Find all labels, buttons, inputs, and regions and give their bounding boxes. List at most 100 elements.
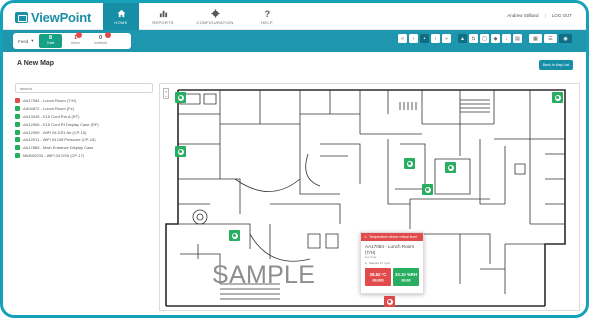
ok-status-icon <box>15 113 20 119</box>
next-icon[interactable]: › <box>431 34 440 43</box>
back-to-map-list-button[interactable]: Back to Map List <box>539 60 573 70</box>
counter-alarm[interactable]: 1 Alarm <box>64 32 87 48</box>
sort-icon[interactable]: ⇅ <box>469 34 478 43</box>
counter-total[interactable]: 8 Total <box>39 34 62 48</box>
sensor-icon <box>177 94 184 101</box>
list-item[interactable]: AA04872 - Lunch Room (Fz) <box>15 105 153 113</box>
popup-header: ⚠ Temperature above critical level <box>361 233 423 241</box>
sample-watermark: SAMPLE <box>212 261 316 289</box>
list-item[interactable]: AA17084 - Lunch Room (T/H) <box>15 97 153 105</box>
temperature-value: 28.62 °C <box>369 272 387 277</box>
app-logo[interactable]: ViewPoint <box>15 10 91 25</box>
expand-all-icon[interactable]: » <box>442 34 451 43</box>
counter-inhibited[interactable]: 0 Inhibited <box>89 32 112 48</box>
user-name[interactable]: Andrew Stilliard <box>507 13 538 18</box>
alarm-sensor-marker[interactable] <box>384 296 395 307</box>
sensor-marker[interactable] <box>404 158 415 169</box>
device-name: AA17084 - Lunch Room (T/H) <box>23 98 76 104</box>
tab-help[interactable]: ? HELP <box>249 3 285 30</box>
popup-header-text: Temperature above critical level <box>369 235 417 239</box>
popup-readings: 28.62 °C 20 - 24.5 33.10 %RH 20 - 60 <box>361 267 423 287</box>
gear-icon <box>210 8 220 18</box>
temperature-reading[interactable]: 28.62 °C 20 - 24.5 <box>365 268 391 286</box>
print-icon[interactable]: ▤ <box>513 34 522 43</box>
list-item[interactable]: AA13045 - E15 Conf Rm A (RT) <box>15 113 153 121</box>
clock-icon[interactable]: ◯ <box>480 34 489 43</box>
download-icon[interactable]: ↓ <box>502 34 511 43</box>
app-frame: ViewPoint HOME REPORTS CONFIGURATION ? H… <box>0 0 589 318</box>
sensor-icon <box>447 164 454 171</box>
sensor-icon <box>231 232 238 239</box>
sensor-marker[interactable] <box>552 92 563 103</box>
warning-icon: ⚠ <box>364 235 368 239</box>
inhibited-badge-icon <box>105 32 111 38</box>
popup-location: ● Sample Pt. type <box>361 259 423 267</box>
search-input[interactable] <box>15 83 153 93</box>
device-name: AA12909 - WiFi 04 DS1 Air (CP-15) <box>23 129 87 135</box>
list-item[interactable]: AA12911 - WiFi 04 Diff Pressure (CP-15) <box>15 136 153 144</box>
tab-configuration-label: CONFIGURATION <box>196 19 234 25</box>
status-counters: Feed ▾ 8 Total 1 Alarm 0 Inhibited <box>13 32 131 49</box>
sensor-marker[interactable] <box>175 92 186 103</box>
home-icon <box>116 9 126 17</box>
tab-reports-label: REPORTS <box>152 19 174 25</box>
top-nav: ViewPoint HOME REPORTS CONFIGURATION ? H… <box>3 3 586 30</box>
list-view-icon[interactable]: ☰ <box>544 34 557 43</box>
counter-alarm-label: Alarm <box>70 41 81 45</box>
location-pin-icon: ● <box>365 261 367 265</box>
counter-inhibited-label: Inhibited <box>93 41 108 45</box>
ok-status-icon <box>15 121 20 127</box>
map-view-icon[interactable]: ◉ <box>559 34 572 43</box>
popup-title: AA17084 - Lunch Room (T/H) <box>365 244 415 255</box>
tab-configuration[interactable]: CONFIGURATION <box>187 3 243 30</box>
list-item[interactable]: MM000033 - WiFi 04 DS5 (CP-17) <box>15 152 153 160</box>
sensor-popup[interactable]: ⚠ Temperature above critical level AA170… <box>360 232 424 294</box>
list-item[interactable]: AA12909 - WiFi 04 DS1 Air (CP-15) <box>15 128 153 136</box>
sensor-marker[interactable] <box>229 230 240 241</box>
device-list: AA17084 - Lunch Room (T/H) AA04872 - Lun… <box>15 97 153 159</box>
device-name: MM000033 - WiFi 04 DS5 (CP-17) <box>23 152 85 158</box>
sensor-marker[interactable] <box>175 146 186 157</box>
humidity-reading[interactable]: 33.10 %RH 20 - 60 <box>393 268 419 286</box>
list-item[interactable]: AA12908 - E15 Conf Rt Display Case (RF) <box>15 120 153 128</box>
tab-home[interactable]: HOME <box>103 3 139 30</box>
tab-reports[interactable]: REPORTS <box>145 3 181 30</box>
device-name: AA12908 - E15 Conf Rt Display Case (RF) <box>23 121 99 127</box>
feed-dropdown[interactable]: Feed ▾ <box>13 38 39 44</box>
feed-dropdown-value: Feed <box>18 38 29 44</box>
humidity-range: 20 - 60 <box>401 279 411 282</box>
floor-map[interactable]: + − SAMPLE ⚠ Temperature above critical … <box>159 83 580 311</box>
temperature-range: 20 - 24.5 <box>372 279 384 282</box>
ok-status-icon <box>15 145 20 151</box>
tab-home-label: HOME <box>114 19 128 25</box>
ok-status-icon <box>15 137 20 143</box>
alarm-icon <box>386 298 393 305</box>
grid-view-icon[interactable]: ▦ <box>529 34 542 43</box>
svg-text:?: ? <box>264 9 270 18</box>
toolbar: Feed ▾ 8 Total 1 Alarm 0 Inhibited « ‹ •… <box>3 30 586 52</box>
device-panel: AA17084 - Lunch Room (T/H) AA04872 - Lun… <box>15 83 153 311</box>
list-item[interactable]: AA17885 - Main Entrance Display Case <box>15 144 153 152</box>
help-icon: ? <box>264 9 270 18</box>
previous-icon[interactable]: ‹ <box>409 34 418 43</box>
main-nav: HOME REPORTS CONFIGURATION ? HELP <box>103 3 291 30</box>
sensor-icon <box>177 148 184 155</box>
chevron-down-icon: ▾ <box>31 38 34 43</box>
play-icon[interactable]: • <box>420 34 429 43</box>
tab-help-label: HELP <box>261 19 273 25</box>
device-name: AA04872 - Lunch Room (Fz) <box>23 106 74 112</box>
logout-link[interactable]: LOG OUT <box>552 13 572 18</box>
sensor-marker[interactable] <box>422 184 433 195</box>
ok-status-icon <box>15 129 20 135</box>
collapse-all-icon[interactable]: « <box>398 34 407 43</box>
sensor-icon <box>424 186 431 193</box>
alert-filter-icon[interactable]: ▲ <box>458 34 467 43</box>
view-tools: « ‹ • › » ▲ ⇅ ◯ ◆ ↓ ▤ ▦ ☰ ◉ <box>398 34 572 43</box>
device-name: AA12911 - WiFi 04 Diff Pressure (CP-15) <box>23 137 96 143</box>
sensor-icon <box>406 160 413 167</box>
sensor-marker[interactable] <box>445 162 456 173</box>
popup-location-text: Sample Pt. type <box>368 261 390 265</box>
tag-icon[interactable]: ◆ <box>491 34 500 43</box>
device-name: AA17885 - Main Entrance Display Case <box>23 145 94 151</box>
separator: | <box>544 13 546 18</box>
